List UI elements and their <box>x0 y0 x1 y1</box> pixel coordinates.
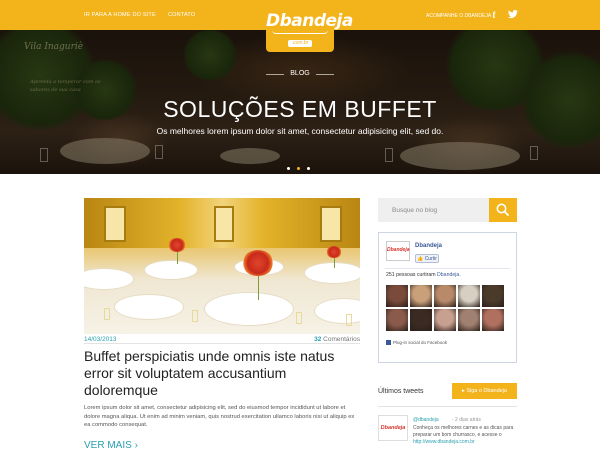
fan-avatar[interactable] <box>386 285 408 307</box>
post-image[interactable] <box>84 198 360 334</box>
fan-avatar[interactable] <box>482 309 504 331</box>
post-title[interactable]: Buffet perspiciatis unde omnis iste natu… <box>84 348 360 399</box>
divider <box>84 343 360 344</box>
facebook-like-button[interactable]: 👍 Curtir <box>415 254 439 263</box>
divider <box>385 268 510 269</box>
facebook-like-box: Dbandeja Dbandeja 👍 Curtir 251 pessoas c… <box>378 232 517 363</box>
tweet-avatar-text: Dbandeja <box>380 425 406 431</box>
search-icon <box>496 203 509 216</box>
facebook-like-count: 251 pessoas curtiram Dbandeja. <box>386 272 461 278</box>
facebook-icon[interactable]: f <box>489 9 499 21</box>
slider-dots <box>287 157 317 174</box>
logo-domain: .com.br <box>287 40 313 47</box>
chair-decoration <box>296 312 302 324</box>
facebook-page-avatar[interactable]: Dbandeja <box>386 241 410 261</box>
follow-twitter-button[interactable]: ▸ Siga o Dbandeja <box>452 383 517 399</box>
fan-avatar[interactable] <box>434 285 456 307</box>
search-input[interactable] <box>378 198 489 222</box>
flower-decoration <box>326 246 342 258</box>
post-comments[interactable]: 32 Comentários <box>250 336 360 343</box>
follow-button-label: Siga o Dbandeja <box>466 388 507 394</box>
divider <box>378 406 517 407</box>
facebook-like-label: Curtir <box>424 256 437 262</box>
fan-avatar[interactable] <box>410 285 432 307</box>
post-excerpt: Lorem ipsum dolor sit amet, consectetur … <box>84 405 355 429</box>
window-decoration <box>214 206 234 242</box>
comments-count: 32 <box>314 336 322 343</box>
like-count-text: 251 pessoas curtiram <box>386 272 436 278</box>
facebook-plugin-label[interactable]: Plug-in social do Facebook <box>386 340 447 345</box>
tweets-heading: Últimos tweets <box>378 388 424 395</box>
tweet-avatar[interactable]: Dbandeja <box>378 415 408 441</box>
facebook-plugin-text: Plug-in social do Facebook <box>393 340 448 345</box>
window-decoration <box>320 206 342 242</box>
fan-avatar[interactable] <box>434 309 456 331</box>
post-date: 14/03/2013 <box>84 336 117 343</box>
fan-avatar[interactable] <box>458 285 480 307</box>
hero-subtitle: Os melhores lorem ipsum dolor sit amet, … <box>156 126 444 136</box>
facebook-icon <box>386 340 391 345</box>
fan-avatar[interactable] <box>482 285 504 307</box>
slider-dot[interactable] <box>287 167 290 170</box>
table-decoration <box>144 260 198 280</box>
table-decoration <box>204 292 294 326</box>
thumbs-up-icon: 👍 <box>417 256 424 262</box>
tweet-link[interactable]: http://www.dbandeja.com.br <box>413 439 475 445</box>
site-logo[interactable]: Dbandeja .com.br <box>266 8 353 52</box>
tweet-time: - 2 dias atrás <box>452 417 481 423</box>
table-decoration <box>114 294 184 320</box>
fan-avatar[interactable] <box>458 309 480 331</box>
search-button[interactable] <box>489 198 517 222</box>
divider <box>316 74 334 75</box>
nav-home-link[interactable]: Ir para a home do site <box>84 12 156 18</box>
table-decoration <box>84 268 134 290</box>
tweet-user[interactable]: @dbandeja <box>413 417 439 423</box>
hero-title: Soluções em Buffet <box>163 96 437 122</box>
facebook-page-name[interactable]: Dbandeja <box>415 243 442 249</box>
tweet-text: Conheça os melhores carnes e as dicas pa… <box>413 425 517 446</box>
slider-dot-active[interactable] <box>297 167 300 170</box>
tweet-body: Conheça os melhores carnes e as dicas pa… <box>413 425 514 438</box>
facebook-faces-grid <box>386 285 511 333</box>
read-more-link[interactable]: Ver mais › <box>84 440 138 450</box>
facebook-logo-text: Dbandeja <box>387 247 410 253</box>
tray-icon <box>272 30 328 34</box>
chair-decoration <box>346 314 352 326</box>
flower-decoration <box>242 250 274 276</box>
venue-sign-small: Aprenda a temperar com os sabores de sua… <box>30 79 101 93</box>
flower-decoration <box>168 238 186 252</box>
divider <box>266 74 284 75</box>
nav-contact-link[interactable]: Contato <box>168 12 195 18</box>
table-decoration <box>304 262 360 284</box>
fan-avatar[interactable] <box>386 309 408 331</box>
table-decoration <box>314 298 360 324</box>
chair-decoration <box>104 308 110 320</box>
slider-dot[interactable] <box>307 167 310 170</box>
window-decoration <box>104 206 126 242</box>
comments-label: Comentários <box>323 336 360 343</box>
twitter-icon: ▸ <box>462 388 465 394</box>
follow-label: Acompanhe o Dbandeja <box>426 13 492 19</box>
logo-wordmark: Dbandeja <box>266 11 353 31</box>
chair-decoration <box>192 310 198 322</box>
twitter-icon[interactable] <box>508 9 518 21</box>
hero-tag: Blog <box>290 70 310 77</box>
like-count-page[interactable]: Dbandeja. <box>437 272 461 278</box>
chevron-right-icon: › <box>134 440 138 450</box>
read-more-label: Ver mais <box>84 440 132 450</box>
fan-avatar[interactable] <box>410 309 432 331</box>
venue-sign: Vila Inaguriè <box>24 42 84 52</box>
